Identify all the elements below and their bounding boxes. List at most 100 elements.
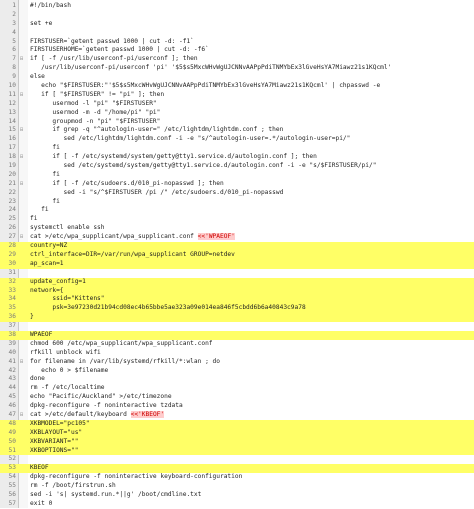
- code-line[interactable]: 10 echo "$FIRSTUSER:"'$5$s5MxcWHvWgUJCNN…: [0, 82, 474, 91]
- code-line[interactable]: 43 done: [0, 375, 474, 384]
- code-line[interactable]: 34 ssid="Kittens": [0, 295, 474, 305]
- code-line[interactable]: 40 rfkill unblock wifi: [0, 349, 474, 358]
- code-line[interactable]: 55 rm -f /boot/firstrun.sh: [0, 482, 474, 491]
- heredoc-marker: <<'KBEOF': [130, 410, 165, 418]
- code-line[interactable]: 4: [0, 29, 474, 38]
- code-line[interactable]: 26 systemctl enable ssh: [0, 224, 474, 233]
- code-line[interactable]: 3 set +e: [0, 20, 474, 29]
- code-text: cat >/etc/wpa_supplicant/wpa_supplicant.…: [30, 233, 235, 242]
- line-number: 22: [8, 188, 16, 196]
- code-line[interactable]: 2: [0, 11, 474, 20]
- code-line[interactable]: 33 network={: [0, 286, 474, 296]
- code-line[interactable]: 7 ⊟ if [ -f /usr/lib/userconf-pi/userconf …: [0, 55, 474, 64]
- code-text: KBEOF: [30, 464, 49, 473]
- code-line[interactable]: 41 ⊟ for filename in /var/lib/systemd/rfki…: [0, 358, 474, 367]
- code-line[interactable]: 16 sed /etc/lightdm/lightdm.conf -i -e "…: [0, 135, 474, 144]
- code-line[interactable]: 17 fi: [0, 144, 474, 153]
- code-line[interactable]: 15 ⊟ if grep -q "^autologin-user=" /etc/l…: [0, 126, 474, 135]
- code-line[interactable]: 20 fi: [0, 171, 474, 180]
- code-text-content: rm -f /etc/localtime: [30, 384, 105, 392]
- code-line[interactable]: 48 XKBMODEL="pc105": [0, 419, 474, 429]
- code-line[interactable]: 23 fi: [0, 198, 474, 207]
- fold-toggle-icon[interactable]: ⊟: [20, 180, 28, 189]
- code-editor[interactable]: 1 #!/bin/bash 2 3 set +e 4 5 FIRSTUSER=`getent …: [0, 0, 474, 508]
- fold-toggle-icon[interactable]: ⊟: [20, 411, 28, 420]
- code-text-content: ap_scan=1: [30, 259, 64, 267]
- code-text-content: }: [30, 313, 34, 321]
- code-line[interactable]: 56 sed -i 's| systemd.run.*||g' /boot/cmd…: [0, 491, 474, 500]
- line-number: 16: [8, 135, 16, 143]
- code-line[interactable]: 6 FIRSTUSERHOME=`getent passwd 1000 | cut…: [0, 46, 474, 55]
- code-text: ctrl_interface=DIR=/var/run/wpa_supplica…: [30, 251, 235, 260]
- code-line[interactable]: 1 #!/bin/bash: [0, 2, 474, 11]
- fold-toggle-icon[interactable]: ⊟: [20, 153, 28, 162]
- code-line[interactable]: 13 usermod -m -d "/home/pi" "pi": [0, 109, 474, 118]
- code-line[interactable]: 19 sed /etc/systemd/system/getty@tty1.se…: [0, 162, 474, 171]
- line-number: 37: [8, 322, 16, 330]
- line-number: 49: [8, 428, 16, 436]
- line-number: 9: [12, 73, 16, 81]
- code-line[interactable]: 52: [0, 455, 474, 464]
- code-line[interactable]: 45 echo "Pacific/Auckland" >/etc/timezone: [0, 393, 474, 402]
- code-line[interactable]: 22 sed -i "s/^$FIRSTUSER /pi /" /etc/sud…: [0, 189, 474, 198]
- code-line[interactable]: 9 else: [0, 73, 474, 82]
- code-line[interactable]: 25 fi: [0, 215, 474, 224]
- code-line[interactable]: 57 exit 0: [0, 500, 474, 509]
- code-text: fi: [30, 206, 48, 215]
- line-number: 20: [8, 170, 16, 178]
- line-number: 17: [8, 144, 16, 152]
- code-line[interactable]: 14 groupmod -n "pi" "$FIRSTUSER": [0, 118, 474, 127]
- code-line[interactable]: 27 ⊟ cat >/etc/wpa_supplicant/wpa_supplica…: [0, 233, 474, 242]
- code-line[interactable]: 12 usermod -l "pi" "$FIRSTUSER": [0, 100, 474, 109]
- code-line[interactable]: 42 echo 0 > $filename: [0, 367, 474, 376]
- code-line[interactable]: 18 ⊟ if [ -f /etc/systemd/system/getty@tt…: [0, 153, 474, 162]
- code-line[interactable]: 54 dpkg-reconfigure -f noninteractive key…: [0, 473, 474, 482]
- code-line[interactable]: 50 XKBVARIANT="": [0, 437, 474, 447]
- code-text: ap_scan=1: [30, 260, 64, 269]
- code-text-content: fi: [30, 197, 60, 205]
- code-line[interactable]: 29 ctrl_interface=DIR=/var/run/wpa_suppli…: [0, 250, 474, 260]
- code-line[interactable]: 47 ⊟ cat >/etc/default/keyboard <<'KBEOF': [0, 410, 474, 420]
- code-text-content: cat >/etc/default/keyboard: [30, 410, 131, 418]
- code-text: usermod -m -d "/home/pi" "pi": [30, 109, 160, 118]
- code-text: psk=3e97230d21b94cd08ec4b65bbe5ae323a09e…: [30, 304, 306, 313]
- line-number: 18: [8, 153, 16, 161]
- fold-toggle-icon[interactable]: ⊟: [20, 233, 28, 242]
- code-line[interactable]: 8 /usr/lib/userconf-pi/userconf 'pi' '$5…: [0, 64, 474, 73]
- code-line[interactable]: 39 chmod 600 /etc/wpa_supplicant/wpa_supp…: [0, 340, 474, 349]
- code-line[interactable]: 28 country=NZ: [0, 242, 474, 251]
- code-text: ssid="Kittens": [30, 295, 105, 304]
- code-line[interactable]: 38 WPAEOF: [0, 330, 474, 340]
- code-text: WPAEOF: [30, 331, 52, 340]
- fold-toggle-icon[interactable]: ⊟: [20, 126, 28, 135]
- fold-toggle-icon[interactable]: ⊟: [20, 358, 28, 367]
- code-line[interactable]: 53 KBEOF: [0, 464, 474, 474]
- code-text-content: echo 0 > $filename: [30, 366, 109, 374]
- code-text-content: echo "Pacific/Auckland" >/etc/timezone: [30, 393, 172, 401]
- fold-toggle-icon[interactable]: ⊟: [20, 91, 28, 100]
- code-text-content: set +e: [30, 19, 53, 27]
- code-text: sed /etc/systemd/system/getty@tty1.servi…: [30, 162, 377, 171]
- code-line[interactable]: 35 psk=3e97230d21b94cd08ec4b65bbe5ae323a…: [0, 304, 474, 314]
- code-line[interactable]: 24 fi: [0, 206, 474, 215]
- fold-toggle-icon[interactable]: ⊟: [20, 55, 28, 64]
- code-line[interactable]: 49 XKBLAYOUT="us": [0, 428, 474, 438]
- code-text-content: /usr/lib/userconf-pi/userconf 'pi' '$5$s…: [30, 64, 392, 72]
- code-text-content: KBEOF: [30, 464, 49, 472]
- code-line[interactable]: 21 ⊟ if [ -f /etc/sudoers.d/010_pi-nopass…: [0, 180, 474, 189]
- code-line[interactable]: 31: [0, 269, 474, 278]
- code-text: #!/bin/bash: [30, 2, 71, 11]
- code-line[interactable]: 11 ⊟ if [ "$FIRSTUSER" != "pi" ]; then: [0, 91, 474, 100]
- code-line[interactable]: 36}: [0, 313, 474, 323]
- code-line[interactable]: 30 ap_scan=1: [0, 259, 474, 269]
- code-text-content: ssid="Kittens": [30, 295, 105, 303]
- code-text: rm -f /etc/localtime: [30, 384, 105, 393]
- line-number: 11: [8, 90, 16, 98]
- code-line[interactable]: 32 update_config=1: [0, 277, 474, 287]
- code-text-content: psk=3e97230d21b94cd08ec4b65bbe5ae323a09e…: [30, 304, 306, 312]
- code-line[interactable]: 44 rm -f /etc/localtime: [0, 384, 474, 393]
- code-line[interactable]: 37: [0, 322, 474, 331]
- code-line[interactable]: 51 XKBOPTIONS="": [0, 446, 474, 456]
- code-line[interactable]: 46 dpkg-reconfigure -f noninteractive tzd…: [0, 402, 474, 411]
- code-lines[interactable]: 1 #!/bin/bash 2 3 set +e 4 5 FIRSTUSER=`getent …: [0, 2, 474, 509]
